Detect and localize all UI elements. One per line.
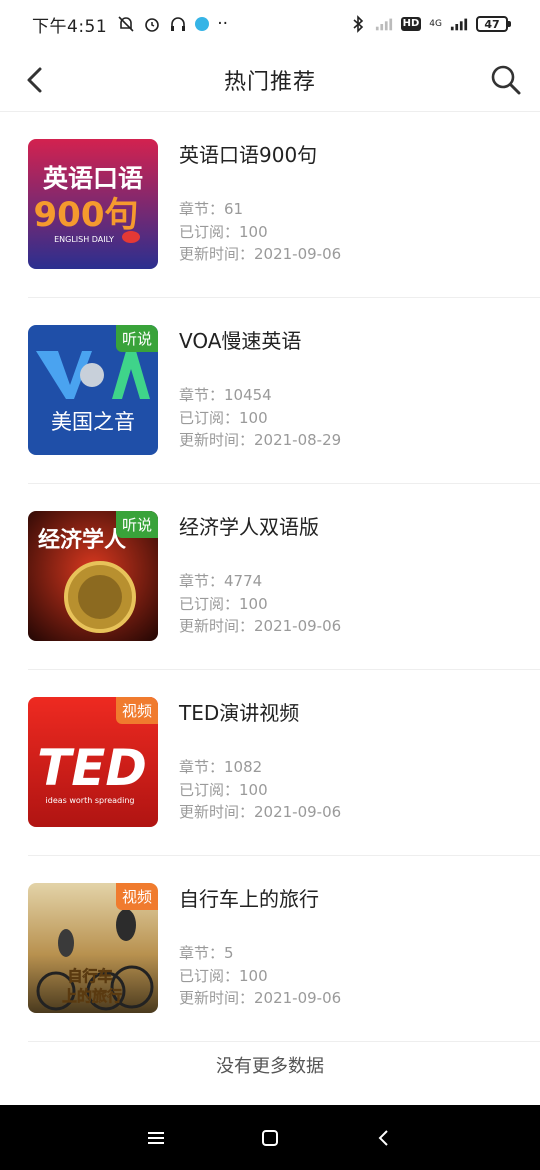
cover-caption: ideas worth spreading [46,796,135,805]
item-subscribed: 已订阅：100 [179,966,268,985]
item-title: 英语口语900句 [179,143,318,167]
hd-badge: HD [400,17,422,31]
app-notification-icon [195,17,210,31]
item-meta: 章节：61 已订阅：100 更新时间：2021-09-06 [179,198,540,266]
status-left-icons: ·· [117,14,228,34]
item-meta: 章节：5 已订阅：100 更新时间：2021-09-06 [179,942,540,1010]
system-nav-bar [0,1105,540,1170]
item-meta: 章节：4774 已订阅：100 更新时间：2021-09-06 [179,570,540,638]
network-type: 4G [429,18,442,29]
item-info: 英语口语900句 章节：61 已订阅：100 更新时间：2021-09-06 [179,142,540,266]
item-tag: 视频 [115,697,158,724]
cover-subtitle: 900句 [34,195,139,235]
item-info: 经济学人双语版 章节：4774 已订阅：100 更新时间：2021-09-06 [179,514,540,638]
alarm-icon [143,15,161,33]
item-subscribed: 已订阅：100 [179,594,268,613]
more-dots-icon: ·· [217,14,228,34]
item-chapters: 章节：5 [179,944,234,962]
app-header: 热门推荐 [0,48,540,112]
course-cover: 经济学人 听说 [28,511,158,641]
course-cover: TED ideas worth spreading 视频 [28,697,158,827]
item-tag: 听说 [115,325,158,352]
signal-weak-icon [375,15,393,33]
back-icon[interactable] [370,1124,398,1152]
no-more-data-text: 没有更多数据 [216,1056,324,1077]
item-title: 自行车上的旅行 [179,887,319,911]
course-cover: 英语口语 900句 ENGLISH DAILY [28,139,158,269]
item-info: TED演讲视频 章节：1082 已订阅：100 更新时间：2021-09-06 [179,700,540,824]
list-item[interactable]: 英语口语 900句 ENGLISH DAILY 英语口语900句 章节：61 已… [28,112,540,298]
item-title: VOA慢速英语 [179,329,302,353]
item-chapters: 章节：4774 [179,572,263,590]
item-updated: 更新时间：2021-09-06 [179,245,342,263]
item-subscribed: 已订阅：100 [179,780,268,799]
search-icon[interactable] [488,62,524,98]
item-chapters: 章节：1082 [179,758,263,776]
cover-caption: ENGLISH DAILY [54,235,114,244]
mute-bell-icon [117,15,135,33]
list-item[interactable]: 自行车 上的旅行 视频 自行车上的旅行 章节：5 已订阅：100 更新时间：20… [28,856,540,1042]
list-item[interactable]: TED ideas worth spreading 视频 TED演讲视频 章节：… [28,670,540,856]
item-info: 自行车上的旅行 章节：5 已订阅：100 更新时间：2021-09-06 [179,886,540,1010]
status-bar: 下午4:51 ·· HD 4G 47 [0,0,540,48]
battery-icon: 47 [476,16,511,32]
menu-icon[interactable] [142,1124,170,1152]
cover-title: 英语口语 [43,164,143,193]
status-time: 下午4:51 [32,16,108,37]
status-right: HD 4G 47 [349,15,511,33]
item-subscribed: 已订阅：100 [179,222,268,241]
cover-title: 自行车 [67,967,112,985]
bluetooth-icon [349,15,367,33]
recommend-list: 英语口语 900句 ENGLISH DAILY 英语口语900句 章节：61 已… [0,112,540,1042]
cover-title: TED [37,739,147,797]
headset-icon [169,15,187,33]
item-tag: 听说 [115,511,158,538]
item-title: 经济学人双语版 [179,515,319,539]
list-item[interactable]: 美国之音 听说 VOA慢速英语 章节：10454 已订阅：100 更新时间：20… [28,298,540,484]
item-title: TED演讲视频 [179,701,300,725]
item-info: VOA慢速英语 章节：10454 已订阅：100 更新时间：2021-08-29 [179,328,540,452]
item-meta: 章节：1082 已订阅：100 更新时间：2021-09-06 [179,756,540,824]
page-title: 热门推荐 [223,69,316,95]
list-item[interactable]: 经济学人 听说 经济学人双语版 章节：4774 已订阅：100 更新时间：202… [28,484,540,670]
chevron-left-icon[interactable] [20,64,52,96]
item-updated: 更新时间：2021-08-29 [179,431,342,449]
signal-strong-icon [450,15,468,33]
item-updated: 更新时间：2021-09-06 [179,803,342,821]
cover-title: 经济学人 [38,527,126,553]
item-meta: 章节：10454 已订阅：100 更新时间：2021-08-29 [179,384,540,452]
item-chapters: 章节：10454 [179,386,272,404]
item-subscribed: 已订阅：100 [179,408,268,427]
item-updated: 更新时间：2021-09-06 [179,617,342,635]
item-tag: 视频 [115,883,158,910]
cover-title: 美国之音 [51,410,135,434]
home-icon[interactable] [256,1124,284,1152]
cover-subtitle: 上的旅行 [62,987,122,1005]
item-updated: 更新时间：2021-09-06 [179,989,342,1007]
item-chapters: 章节：61 [179,200,244,218]
course-cover: 自行车 上的旅行 视频 [28,883,158,1013]
course-cover: 美国之音 听说 [28,325,158,455]
